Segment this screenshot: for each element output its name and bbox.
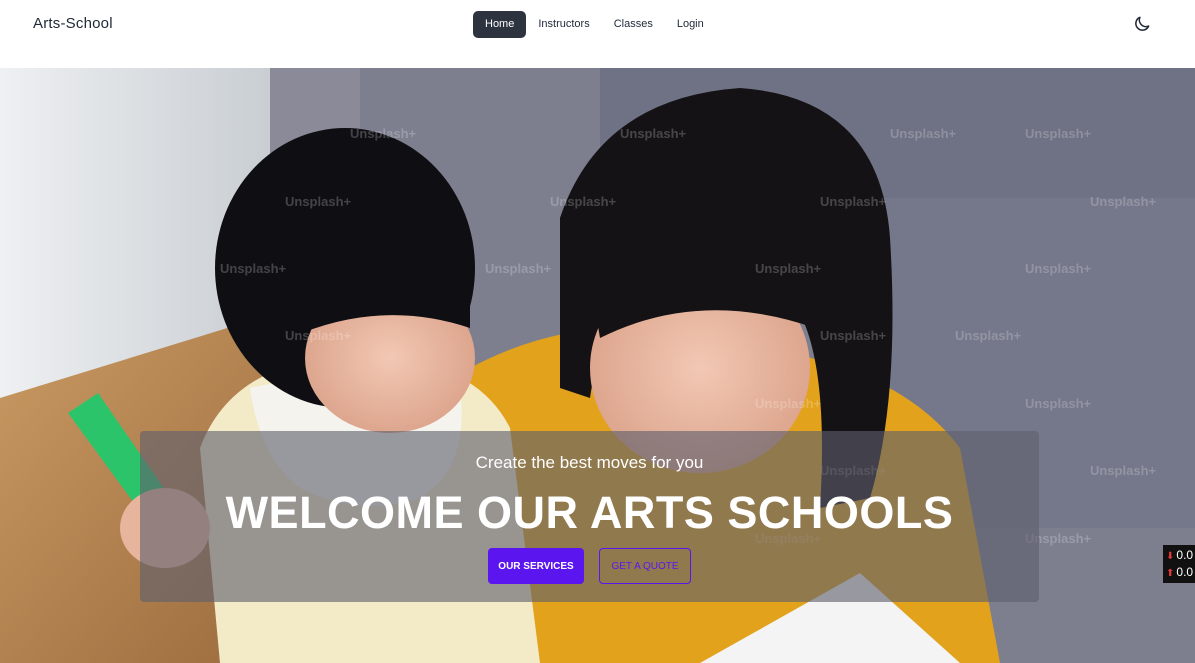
svg-text:Unsplash+: Unsplash+ [1025,261,1092,276]
svg-text:Unsplash+: Unsplash+ [1090,194,1157,209]
hero-overlay: Create the best moves for you WELCOME OU… [140,431,1039,602]
svg-text:Unsplash+: Unsplash+ [485,261,552,276]
svg-text:Unsplash+: Unsplash+ [1025,396,1092,411]
nav-item-login[interactable]: Login [665,11,716,38]
svg-text:Unsplash+: Unsplash+ [220,261,287,276]
download-arrow-icon: ⬇ [1166,551,1175,562]
nav-item-instructors[interactable]: Instructors [526,11,601,38]
get-a-quote-button[interactable]: GET A QUOTE [599,548,691,584]
moon-icon[interactable] [1132,14,1152,34]
upload-speed: 0.0 [1176,565,1194,579]
hero-subtitle: Create the best moves for you [475,453,704,472]
our-services-button[interactable]: OUR SERVICES [488,548,584,584]
download-speed: 0.0 [1176,548,1194,562]
svg-text:Unsplash+: Unsplash+ [350,126,417,141]
svg-text:Unsplash+: Unsplash+ [285,194,352,209]
network-speed-widget: ⬇ 0.0 ⬆ 0.0 [1163,545,1195,583]
hero-section: Unsplash+ Unsplash+ Unsplash+ Unsplash+ … [0,68,1195,663]
svg-text:Unsplash+: Unsplash+ [620,126,687,141]
nav-item-home[interactable]: Home [473,11,527,38]
upload-arrow-icon: ⬆ [1166,568,1175,579]
main-nav: Home Instructors Classes Login [473,11,716,38]
svg-text:Unsplash+: Unsplash+ [1090,463,1157,478]
svg-text:Unsplash+: Unsplash+ [1025,126,1092,141]
svg-text:Unsplash+: Unsplash+ [890,126,957,141]
brand-logo[interactable]: Arts-School [33,15,113,32]
svg-text:Unsplash+: Unsplash+ [820,194,887,209]
svg-text:Unsplash+: Unsplash+ [285,328,352,343]
navbar: Arts-School Home Instructors Classes Log… [0,0,1195,68]
svg-text:Unsplash+: Unsplash+ [820,328,887,343]
svg-text:Unsplash+: Unsplash+ [550,194,617,209]
svg-text:Unsplash+: Unsplash+ [755,396,822,411]
hero-headline: WELCOME OUR ARTS SCHOOLS [225,487,954,538]
nav-item-classes[interactable]: Classes [602,11,665,38]
svg-text:Unsplash+: Unsplash+ [755,261,822,276]
svg-text:Unsplash+: Unsplash+ [955,328,1022,343]
